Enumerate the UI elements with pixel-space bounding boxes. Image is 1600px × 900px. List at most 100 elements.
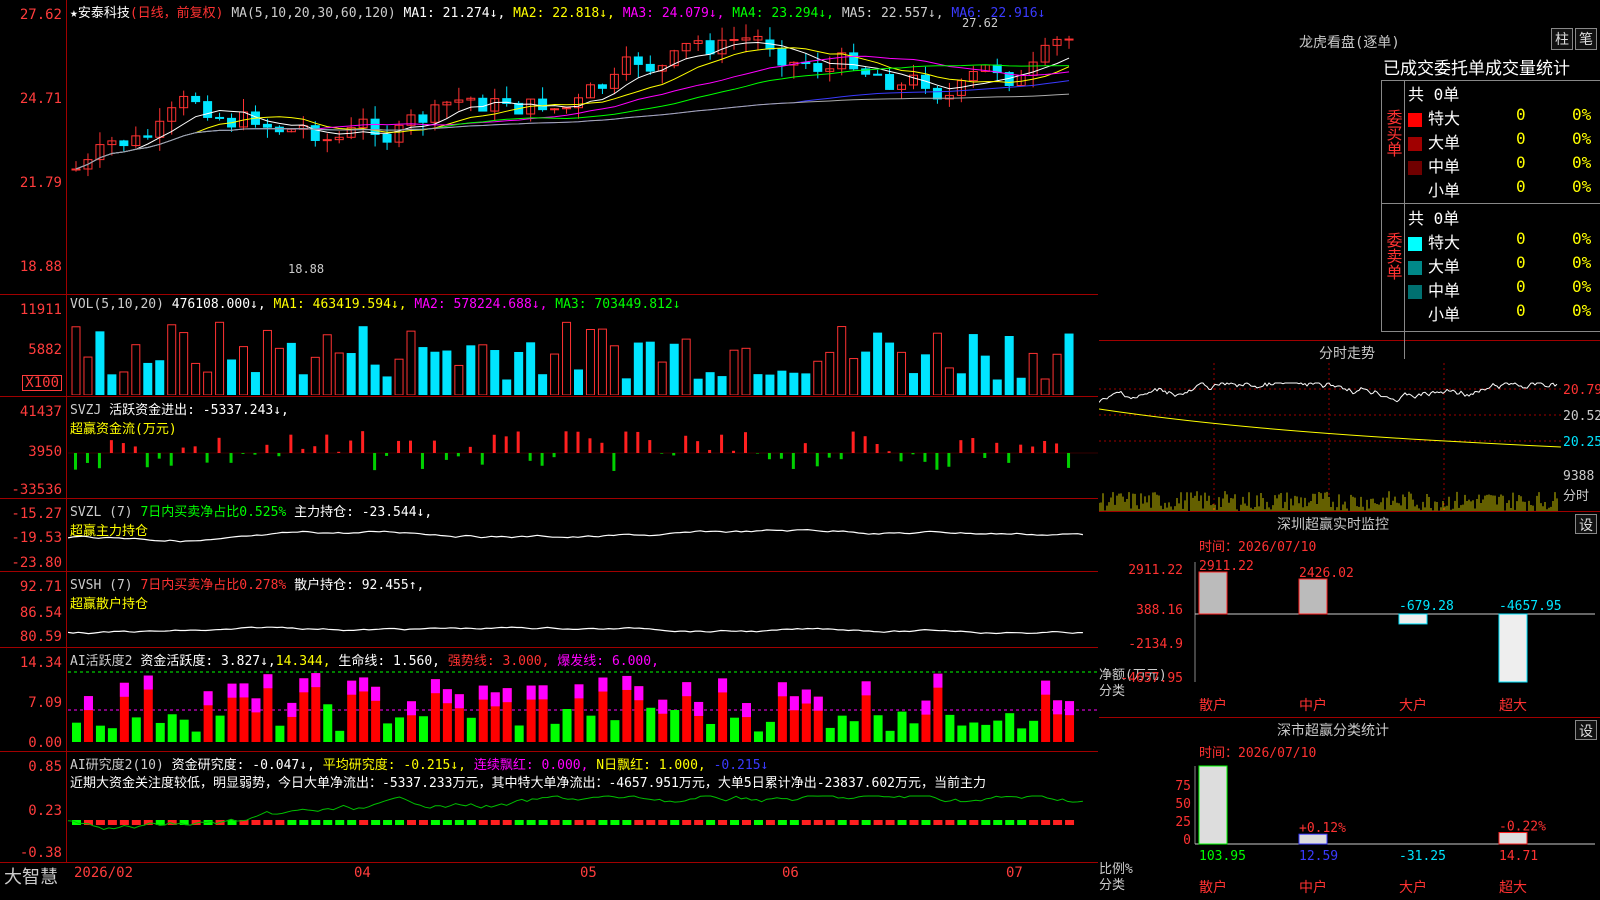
- intraday-tick: 20.52: [1563, 409, 1600, 424]
- ai1-tick: 14.34: [19, 655, 62, 671]
- flow-bar: [851, 431, 855, 453]
- research-bar: [825, 820, 835, 825]
- longhu-panel: 龙虎看盘(逐单) 柱 笔 已成交委托单成交量统计 委买单 共 0单 特大 0 0% …: [1099, 0, 1600, 359]
- intraday-tick: 20.79: [1563, 383, 1600, 398]
- activity-bar: [909, 723, 919, 742]
- volume-panel[interactable]: 11911 5882 X100 VOL(5,10,20) 476108.000↓…: [0, 295, 1098, 397]
- activity-bar: [885, 730, 895, 742]
- svsh-value: 散户持仓: 92.455↑,: [294, 578, 425, 593]
- research-bar: [789, 820, 799, 825]
- swatch-icon: [1408, 112, 1422, 127]
- price-axis: 27.62 24.71 21.79 18.88: [0, 0, 67, 294]
- research-bar: [466, 820, 476, 825]
- row-value: 0: [1516, 153, 1526, 172]
- activity-bar: [646, 707, 656, 742]
- svsh-name: SVSH (7): [70, 578, 133, 593]
- buy-row[interactable]: 中单 0 0%: [1408, 153, 1600, 177]
- swatch-icon: [1408, 185, 1422, 199]
- sell-row[interactable]: 特大 0 0%: [1408, 229, 1600, 253]
- volume-bar: [956, 373, 966, 395]
- intraday-panel[interactable]: 分时走势 20.79 20.52 20.25 9388 分时: [1099, 341, 1600, 512]
- research-bar: [873, 820, 883, 825]
- row-pct: 0%: [1572, 253, 1592, 272]
- realtime-tick: -4657.95: [1120, 671, 1183, 686]
- volume-bar: [406, 330, 416, 395]
- ai2-last: -0.215↓: [713, 758, 769, 773]
- activity-bar: [1029, 720, 1039, 742]
- volume-bar: [131, 344, 141, 395]
- volume-bars[interactable]: [68, 315, 1098, 395]
- buy-row[interactable]: 大单 0 0%: [1408, 129, 1600, 153]
- swatch-icon: [1408, 136, 1422, 151]
- sell-row[interactable]: 大单 0 0%: [1408, 253, 1600, 277]
- ma-line: [75, 41, 1070, 170]
- realtime-bar-chart[interactable]: 2911.22 388.16 -2134.9 -4657.95 2911.22 散户 242…: [1099, 526, 1600, 716]
- activity-cap: [371, 686, 381, 701]
- activity-cap: [490, 692, 500, 707]
- volume-bar: [837, 326, 847, 395]
- longhu-tabs[interactable]: 已成交委托单成交量统计: [1383, 54, 1570, 79]
- research-bar: [550, 820, 560, 825]
- candle-body: [274, 126, 284, 133]
- sell-row[interactable]: 小单 0 0%: [1408, 301, 1600, 325]
- svzl-name: SVZL (7): [70, 505, 133, 520]
- activity-cap: [143, 675, 153, 690]
- activity-bar: [873, 715, 883, 742]
- flow-bar: [205, 453, 209, 463]
- flow-bar: [456, 453, 460, 457]
- intraday-chart[interactable]: [1099, 363, 1561, 511]
- date-label: 04: [354, 865, 371, 881]
- svsh-line[interactable]: [68, 594, 1098, 644]
- buy-row[interactable]: 小单 0 0%: [1408, 177, 1600, 201]
- research-bar: [359, 820, 369, 825]
- volume-bar: [681, 338, 691, 395]
- activity-bar: [981, 724, 991, 742]
- ai-activity-bars[interactable]: [68, 664, 1098, 750]
- classify-category: 散户: [1199, 879, 1227, 896]
- ai-research-summary: 近期大资金关注度较低，明显弱势，今日大单净流出：-5337.233万元，其中特大…: [70, 776, 986, 791]
- ai-activity-panel[interactable]: 14.34 7.09 0.00 AI活跃度2 资金活跃度: 3.827↓,14.…: [0, 648, 1098, 752]
- volume-bar: [765, 374, 775, 395]
- intraday-title: 分时走势: [1319, 346, 1375, 362]
- candlestick-chart[interactable]: [68, 20, 1098, 290]
- activity-cap: [1041, 680, 1051, 695]
- svzj-panel[interactable]: 41437 3950 -33536 SVZJ 活跃资金进出: -5337.243…: [0, 397, 1098, 499]
- svzj-name: SVZJ: [70, 403, 102, 418]
- activity-bar: [191, 731, 201, 742]
- sell-row[interactable]: 中单 0 0%: [1408, 277, 1600, 301]
- ai2-nred: N日飘红: 1.000,: [596, 758, 706, 773]
- flow-bar: [636, 431, 640, 453]
- ma1-value: MA1: 21.274↓,: [403, 6, 506, 21]
- classify-bar-chart[interactable]: 75 50 25 0 103.95 散户 +0.12% 12.59 中户 -31.25 大户 -0.2…: [1099, 730, 1600, 900]
- volume-bar: [107, 374, 117, 395]
- order-table: 委买单 共 0单 特大 0 0% 大单 0 0% 中单 0 0% 小单 0 0% 委卖单 共 0…: [1381, 80, 1600, 359]
- research-bar: [490, 820, 500, 825]
- bar-mode-button[interactable]: 柱: [1551, 28, 1573, 50]
- star-icon[interactable]: ★: [70, 6, 78, 21]
- realtime-bar: [1398, 613, 1428, 625]
- svzl-panel[interactable]: -15.27 -19.53 -23.80 SVZL (7) 7日内买卖净占比0.…: [0, 499, 1098, 572]
- vol-name: VOL(5,10,20): [70, 297, 164, 312]
- kline-panel[interactable]: 27.62 24.71 21.79 18.88 ★安泰科技(日线，前复权) MA…: [0, 0, 1098, 295]
- svsh-panel[interactable]: 92.71 86.54 80.59 SVSH (7) 7日内买卖净占比0.278…: [0, 572, 1098, 648]
- vol-tick: 5882: [28, 342, 62, 358]
- volume-bar: [1040, 378, 1050, 395]
- volume-bar: [873, 332, 883, 395]
- ai-research-panel[interactable]: 0.85 0.23 -0.38 AI研究度2(10) 资金研究度: -0.047…: [0, 752, 1098, 863]
- volume-bar: [789, 372, 799, 395]
- buy-rows: 特大 0 0% 大单 0 0% 中单 0 0% 小单 0 0%: [1408, 105, 1600, 201]
- volume-bar: [191, 362, 201, 395]
- flow-bar: [1007, 453, 1011, 463]
- buy-row[interactable]: 特大 0 0%: [1408, 105, 1600, 129]
- chart-mode[interactable]: (日线，前复权): [130, 6, 224, 21]
- svzl-value: 主力持仓: -23.544↓,: [294, 505, 433, 520]
- realtime-tick: -2134.9: [1128, 637, 1183, 652]
- volume-bar: [992, 379, 1002, 395]
- tick-mode-button[interactable]: 笔: [1575, 28, 1597, 50]
- volume-bar: [346, 353, 356, 395]
- ai-research-bars[interactable]: [68, 790, 1098, 860]
- flow-bar: [373, 453, 377, 471]
- activity-bar: [670, 710, 680, 742]
- svzl-line[interactable]: [68, 519, 1098, 569]
- svzj-bars[interactable]: [68, 425, 1098, 495]
